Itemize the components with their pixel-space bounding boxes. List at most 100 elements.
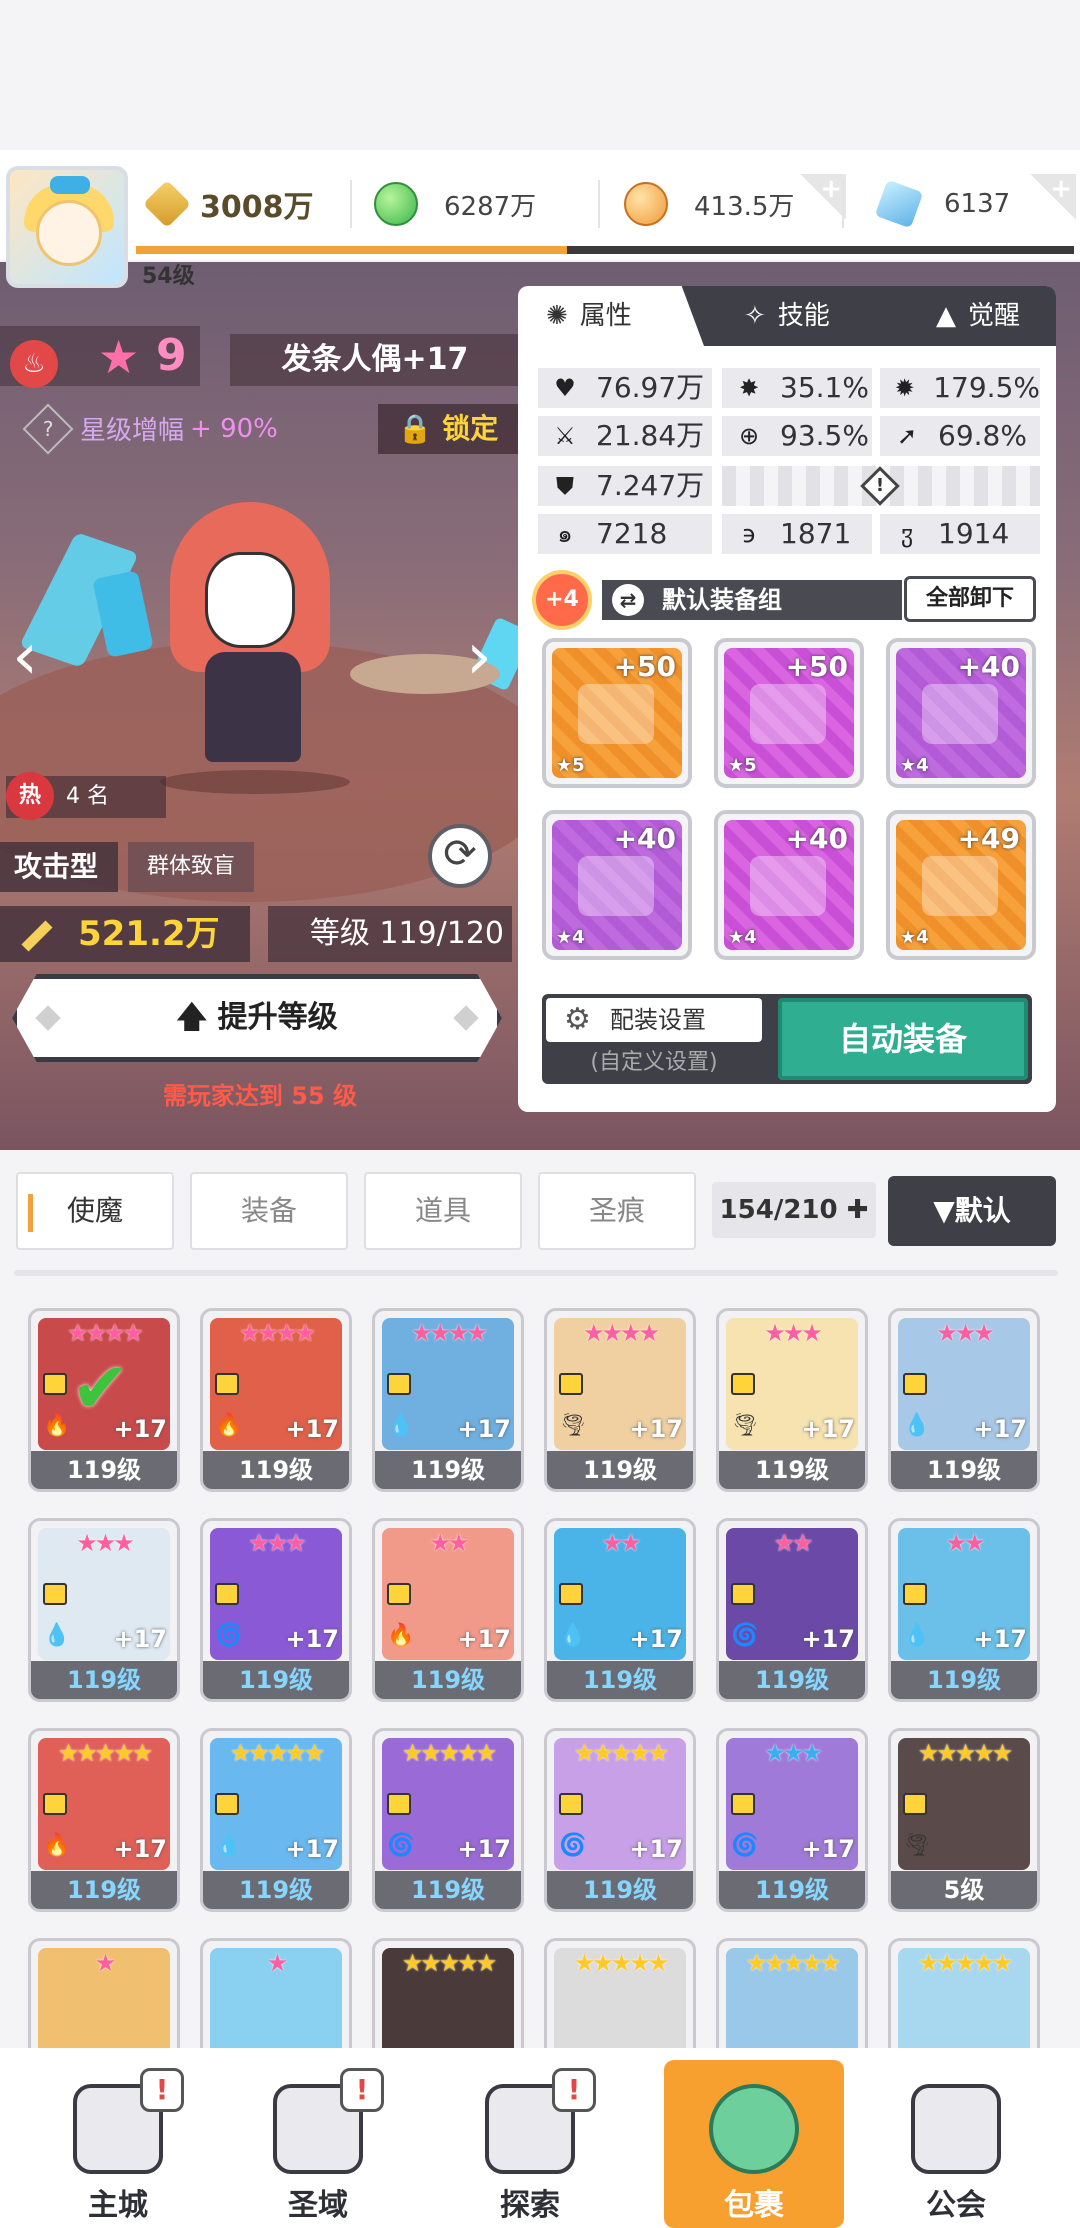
familiar-card[interactable]: ★★★ 🌀 +17 119级: [200, 1518, 352, 1702]
familiar-card[interactable]: ★★★★★ 💧 +17 119级: [200, 1728, 352, 1912]
alert-icon: !: [340, 2068, 384, 2112]
unload-all-button[interactable]: 全部卸下: [904, 576, 1036, 622]
stat-special-1: ๑ 7218: [538, 514, 712, 554]
familiar-card[interactable]: ★★ 🔥 +17 119级: [372, 1518, 524, 1702]
element-icon: 💧: [903, 1413, 931, 1438]
upgrade-label: 提升等级: [217, 1000, 338, 1035]
claw-icon: ϶: [741, 520, 757, 548]
stat-value: 93.5%: [780, 419, 869, 452]
add-gold-button[interactable]: +: [800, 174, 846, 220]
equipment-slot[interactable]: +50 ★5: [542, 638, 692, 788]
filter-tab-equipment[interactable]: 装备: [190, 1172, 348, 1250]
familiar-card[interactable]: ★★★★★ 🌪 5级: [888, 1728, 1040, 1912]
familiar-card[interactable]: ★★★★★ 🌀 +17 119级: [372, 1728, 524, 1912]
lock-button[interactable]: 🔒 锁定: [378, 404, 518, 454]
familiar-card[interactable]: ★★ 🌀 +17 119级: [716, 1518, 868, 1702]
nav-item-sanctuary[interactable]: 圣域!: [228, 2060, 408, 2228]
familiar-plus: +17: [973, 1415, 1027, 1443]
familiar-stars: ★★★★★: [573, 1739, 670, 1767]
equipment-slot[interactable]: +40 ★4: [714, 810, 864, 960]
equipment-bg: +50 ★5: [552, 648, 682, 778]
tab-awaken[interactable]: ▲ 觉醒: [916, 286, 1020, 346]
green-coin-icon: [374, 182, 418, 226]
lock-icon: [43, 1583, 67, 1605]
player-avatar[interactable]: [6, 166, 128, 288]
bag-icon: [709, 2084, 799, 2174]
tab-skills[interactable]: ✧ 技能: [724, 286, 830, 346]
familiar-card[interactable]: ★★★★ 🔥 +17 ✔ 119级: [28, 1308, 180, 1492]
equipment-bonus: +40: [957, 650, 1020, 683]
fire-element-icon: ♨: [10, 340, 58, 388]
lock-icon: [215, 1793, 239, 1815]
equipment-slot[interactable]: +40 ★4: [886, 638, 1036, 788]
add-diamond-button[interactable]: +: [1030, 174, 1076, 220]
equip-group-selector[interactable]: ⇄ 默认装备组: [602, 580, 902, 620]
nav-label: 包裹: [724, 2188, 784, 2223]
familiar-plus: +17: [973, 1625, 1027, 1653]
familiar-card[interactable]: ★★ 💧 +17 119级: [888, 1518, 1040, 1702]
stat-value: 21.84万: [596, 419, 705, 452]
equipment-slot[interactable]: +49 ★4: [886, 810, 1036, 960]
lock-icon: [215, 1373, 239, 1395]
familiar-card[interactable]: ★★★ 🌪 +17 119级: [716, 1308, 868, 1492]
familiar-card[interactable]: ★★★★ 🌪 +17 119级: [544, 1308, 696, 1492]
filter-tab-stigmata[interactable]: 圣痕: [538, 1172, 696, 1250]
familiar-count[interactable]: 154/210 ✚: [712, 1182, 876, 1238]
familiar-stars: ★★★★★: [917, 1949, 1014, 1977]
star-boost-value: + 90%: [190, 413, 278, 444]
nav-item-bag[interactable]: 包裹: [664, 2060, 844, 2228]
sort-button[interactable]: ▼默认: [888, 1176, 1056, 1246]
next-hero-arrow-icon[interactable]: ›: [462, 622, 496, 692]
nav-item-guild[interactable]: 公会: [866, 2060, 1046, 2228]
stat-hit: ⊕ 93.5%: [722, 416, 872, 456]
hero-character[interactable]: [160, 502, 350, 802]
equipment-slot[interactable]: +50 ★5: [714, 638, 864, 788]
familiar-level: 119级: [547, 1661, 693, 1699]
upgrade-level-button[interactable]: 🡅 提升等级: [12, 974, 502, 1062]
filter-tab-familiar[interactable]: 使魔: [16, 1172, 174, 1250]
stat-value: 69.8%: [938, 419, 1027, 452]
equipment-stars: ★5: [728, 755, 757, 776]
auto-equip-button[interactable]: 自动装备: [778, 998, 1028, 1080]
familiar-card[interactable]: ★★★★ 🔥 +17 119级: [200, 1308, 352, 1492]
hero-power-value: 521.2万: [78, 914, 220, 954]
dodge-icon: ➚: [896, 422, 918, 450]
familiar-card[interactable]: ★★★★★ 🌀 +17 119级: [544, 1728, 696, 1912]
familiar-card[interactable]: ★★★ 💧 +17 119级: [28, 1518, 180, 1702]
familiar-level: 119级: [375, 1661, 521, 1699]
tab-attributes[interactable]: ✺ 属性: [518, 286, 704, 346]
equipment-stars: ★4: [728, 927, 757, 948]
familiar-stars: ★★★★★: [229, 1739, 326, 1767]
equipment-bonus: +50: [613, 650, 676, 683]
stat-value: 1871: [780, 517, 852, 550]
familiar-level: 119级: [203, 1451, 349, 1489]
familiar-level: 119级: [375, 1871, 521, 1909]
config-button[interactable]: ⚙ 配装设置: [546, 998, 762, 1042]
star-boost[interactable]: ? 星级增幅 + 90%: [22, 403, 278, 454]
familiar-card[interactable]: ★★★ 🌀 +17 119级: [716, 1728, 868, 1912]
nav-item-castle[interactable]: 主城!: [28, 2060, 208, 2228]
familiar-stars: ★★★★★: [57, 1739, 154, 1767]
nav-label: 公会: [926, 2188, 986, 2223]
help-icon[interactable]: ?: [22, 403, 74, 454]
familiar-level: 119级: [203, 1871, 349, 1909]
equipment-item-icon: [750, 684, 826, 744]
gold-coin-value: 413.5万: [694, 191, 795, 222]
prev-hero-arrow-icon[interactable]: ‹: [8, 622, 42, 692]
nav-item-explore[interactable]: 探索!: [440, 2060, 620, 2228]
familiar-card[interactable]: ★★★★★ 🔥 +17 119级: [28, 1728, 180, 1912]
filter-tab-items[interactable]: 道具: [364, 1172, 522, 1250]
config-sub: (自定义设置): [590, 1050, 718, 1075]
familiar-stars: ★★★: [764, 1319, 823, 1347]
hero-type: 攻击型: [0, 842, 119, 892]
equipment-slot[interactable]: +40 ★4: [542, 810, 692, 960]
familiar-card[interactable]: ★★★★ 💧 +17 119级: [372, 1308, 524, 1492]
avatar-bow: [50, 176, 90, 194]
familiar-card[interactable]: ★★ 💧 +17 119级: [544, 1518, 696, 1702]
lock-icon: [559, 1373, 583, 1395]
divider: [842, 180, 844, 228]
familiar-plus: +17: [801, 1835, 855, 1863]
nav-label: 探索: [500, 2188, 560, 2223]
familiar-card[interactable]: ★★★ 💧 +17 119级: [888, 1308, 1040, 1492]
refresh-icon[interactable]: ⟳: [428, 824, 492, 888]
